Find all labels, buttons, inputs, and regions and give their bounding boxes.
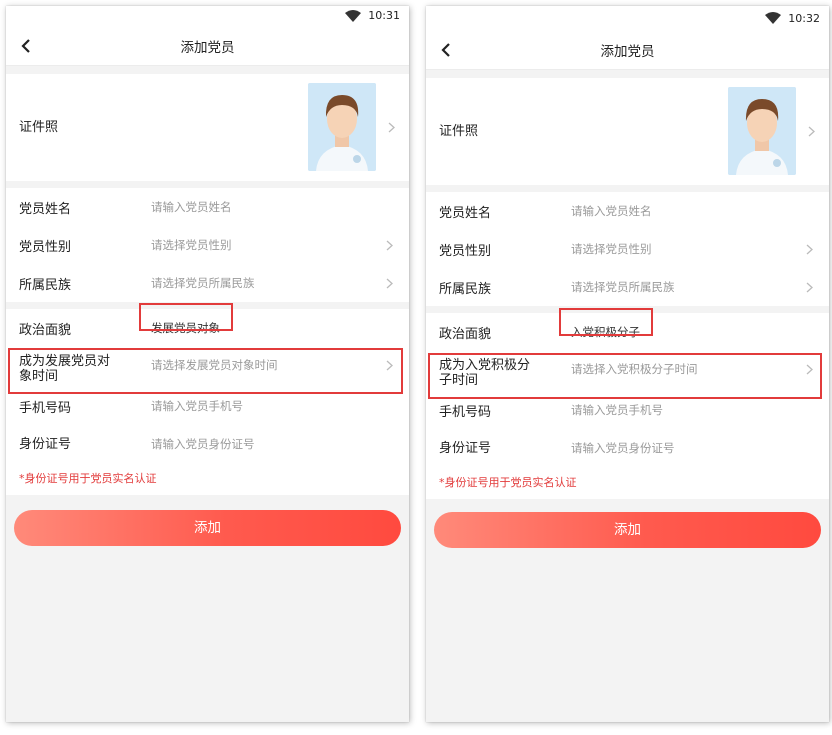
id-note: *身份证号用于党员实名认证 xyxy=(439,476,577,489)
phone-row[interactable]: 手机号码 请输入党员手机号 xyxy=(426,399,829,437)
phone-label: 手机号码 xyxy=(439,405,492,420)
chevron-right-icon xyxy=(386,240,393,251)
nav-bar: 添加党员 xyxy=(6,26,409,66)
photo-label: 证件照 xyxy=(19,120,59,135)
highlight-political-value xyxy=(139,303,233,331)
chevron-right-icon xyxy=(808,126,815,137)
id-row[interactable]: 身份证号 请输入党员身份证号 xyxy=(6,433,409,471)
nav-bar: 添加党员 xyxy=(426,30,829,70)
political-label: 政治面貌 xyxy=(19,323,72,338)
page-title: 添加党员 xyxy=(180,40,235,56)
status-bar: 10:31 xyxy=(6,6,409,26)
wifi-icon xyxy=(345,10,361,22)
gender-label: 党员性别 xyxy=(19,240,72,255)
page-title: 添加党员 xyxy=(600,44,655,60)
chevron-right-icon xyxy=(806,282,813,293)
add-button[interactable]: 添加 xyxy=(14,510,401,546)
political-label: 政治面貌 xyxy=(439,327,492,342)
ethnicity-select[interactable]: 请选择党员所属民族 xyxy=(151,275,255,291)
id-note: *身份证号用于党员实名认证 xyxy=(19,472,157,485)
ethnicity-row[interactable]: 所属民族 请选择党员所属民族 xyxy=(426,268,829,306)
status-time: 10:31 xyxy=(368,9,400,22)
name-row[interactable]: 党员姓名 请输入党员姓名 xyxy=(426,192,829,230)
id-row[interactable]: 身份证号 请输入党员身份证号 xyxy=(426,437,829,475)
status-time: 10:32 xyxy=(788,12,820,25)
highlight-join-time-row xyxy=(428,353,822,399)
ethnicity-select[interactable]: 请选择党员所属民族 xyxy=(571,279,675,295)
highlight-join-time-row xyxy=(8,348,403,394)
wifi-icon xyxy=(765,12,781,24)
id-input[interactable]: 请输入党员身份证号 xyxy=(571,440,675,456)
gender-row[interactable]: 党员性别 请选择党员性别 xyxy=(426,230,829,268)
id-input[interactable]: 请输入党员身份证号 xyxy=(151,436,255,452)
gender-row[interactable]: 党员性别 请选择党员性别 xyxy=(6,226,409,264)
photo-label: 证件照 xyxy=(439,124,479,139)
id-label: 身份证号 xyxy=(19,437,72,452)
phone-screen-right: 10:32 添加党员 证件照 党员姓名 请输入党员姓名 党员性别 请选择党员性别 xyxy=(426,6,829,722)
status-bar: 10:32 xyxy=(426,6,829,30)
name-label: 党员姓名 xyxy=(19,202,72,217)
ethnicity-row[interactable]: 所属民族 请选择党员所属民族 xyxy=(6,264,409,302)
chevron-right-icon xyxy=(388,122,395,133)
gender-select[interactable]: 请选择党员性别 xyxy=(571,241,652,257)
add-button[interactable]: 添加 xyxy=(434,512,821,548)
ethnicity-label: 所属民族 xyxy=(439,282,492,297)
phone-screen-left: 10:31 添加党员 证件照 党员姓名 请输入党员姓名 党员性别 请选择党员性别 xyxy=(6,6,409,722)
chevron-right-icon xyxy=(806,244,813,255)
gender-select[interactable]: 请选择党员性别 xyxy=(151,237,232,253)
photo-row[interactable]: 证件照 xyxy=(6,74,409,181)
name-input[interactable]: 请输入党员姓名 xyxy=(151,199,232,215)
phone-input[interactable]: 请输入党员手机号 xyxy=(151,398,243,414)
phone-label: 手机号码 xyxy=(19,401,72,416)
phone-input[interactable]: 请输入党员手机号 xyxy=(571,402,663,418)
avatar-placeholder-icon[interactable] xyxy=(308,83,376,171)
highlight-political-value xyxy=(559,308,653,336)
chevron-right-icon xyxy=(386,278,393,289)
id-label: 身份证号 xyxy=(439,441,492,456)
ethnicity-label: 所属民族 xyxy=(19,278,72,293)
photo-row[interactable]: 证件照 xyxy=(426,78,829,185)
name-row[interactable]: 党员姓名 请输入党员姓名 xyxy=(6,188,409,226)
avatar-placeholder-icon[interactable] xyxy=(728,87,796,175)
name-label: 党员姓名 xyxy=(439,206,492,221)
phone-row[interactable]: 手机号码 请输入党员手机号 xyxy=(6,395,409,433)
name-input[interactable]: 请输入党员姓名 xyxy=(571,203,652,219)
gender-label: 党员性别 xyxy=(439,244,492,259)
